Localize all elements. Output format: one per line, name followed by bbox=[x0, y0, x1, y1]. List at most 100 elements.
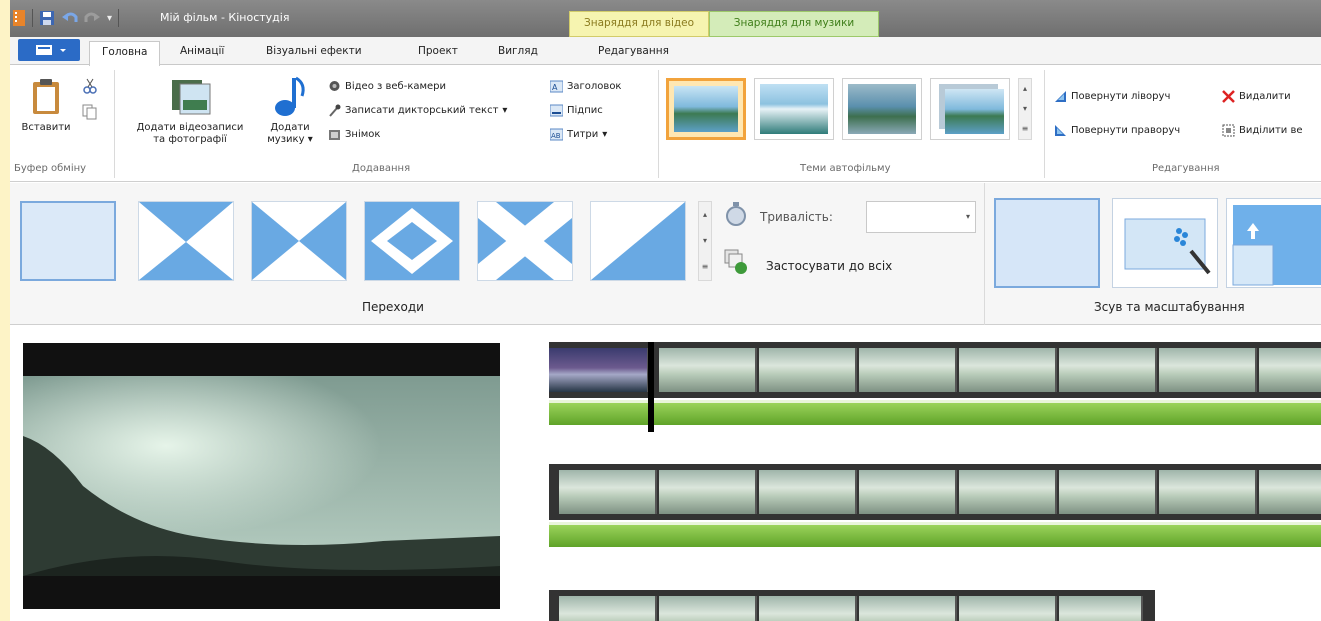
add-videos-photos-button[interactable]: Додати відеозаписи та фотографії bbox=[122, 122, 258, 146]
theme-thumbnail bbox=[760, 84, 828, 134]
record-narration-button[interactable]: Записати дикторський текст ▾ bbox=[328, 104, 507, 117]
webcam-icon bbox=[329, 81, 340, 91]
group-label-editing: Редагування bbox=[1152, 163, 1220, 174]
add-videos-label-line2: та фотографії bbox=[153, 134, 227, 145]
tab-visual-effects[interactable]: Візуальні ефекти bbox=[266, 45, 362, 57]
duration-dropdown[interactable]: ▾ bbox=[866, 201, 976, 233]
transition-diagonal[interactable] bbox=[590, 201, 686, 281]
svg-text:A: A bbox=[552, 83, 558, 92]
webcam-video-button[interactable]: Відео з веб-камери bbox=[328, 80, 446, 93]
redo-icon[interactable] bbox=[83, 10, 101, 26]
apply-to-all-button[interactable]: Застосувати до всіх bbox=[766, 259, 892, 273]
gallery-expand-icon[interactable]: ≡ bbox=[699, 254, 711, 280]
paste-button[interactable]: Вставити bbox=[16, 122, 76, 134]
add-videos-label-line1: Додати відеозаписи bbox=[136, 122, 244, 133]
automovie-theme-fade[interactable] bbox=[930, 78, 1010, 140]
duration-stopwatch-icon bbox=[726, 202, 746, 226]
tab-edit[interactable]: Редагування bbox=[598, 45, 669, 57]
dropdown-arrow-icon: ▾ bbox=[502, 105, 508, 116]
video-frame bbox=[1059, 596, 1143, 621]
storyboard-track-3[interactable] bbox=[549, 590, 1155, 621]
qat-divider bbox=[118, 9, 120, 27]
transition-preview-icon bbox=[365, 202, 459, 280]
automovie-theme-cinematic[interactable] bbox=[842, 78, 922, 140]
save-icon[interactable] bbox=[39, 10, 55, 26]
video-preview[interactable] bbox=[23, 343, 500, 609]
add-credits-button[interactable]: AB Титри ▾ bbox=[550, 128, 607, 141]
select-all-button[interactable]: Виділити ве bbox=[1222, 124, 1303, 137]
group-label-pan-zoom: Зсув та масштабування bbox=[1094, 300, 1245, 314]
tab-view[interactable]: Вигляд bbox=[498, 45, 538, 57]
undo-icon[interactable] bbox=[61, 10, 79, 26]
ribbon-tabs: Головна Анімації Візуальні ефекти Проект… bbox=[10, 37, 1321, 66]
gallery-expand-icon[interactable]: ≡ bbox=[1019, 119, 1031, 139]
transition-bowtie[interactable] bbox=[251, 201, 347, 281]
svg-text:AB: AB bbox=[551, 132, 561, 140]
transitions-gallery-scroller[interactable]: ▴ ▾ ≡ bbox=[698, 201, 712, 281]
gallery-scroll-up-icon[interactable]: ▴ bbox=[699, 202, 711, 228]
rotate-left-button[interactable]: Повернути ліворуч bbox=[1054, 90, 1170, 103]
video-frame bbox=[659, 348, 757, 392]
gallery-scroll-down-icon[interactable]: ▾ bbox=[699, 228, 711, 254]
tab-project[interactable]: Проект bbox=[418, 45, 458, 57]
cut-icon[interactable] bbox=[82, 78, 98, 94]
app-icon bbox=[13, 10, 25, 26]
qat-divider bbox=[32, 9, 33, 27]
workspace bbox=[10, 326, 1321, 621]
add-caption-button[interactable]: Підпис bbox=[550, 104, 603, 117]
transition-hourglass[interactable] bbox=[138, 201, 234, 281]
tab-animations[interactable]: Анімації bbox=[180, 45, 224, 57]
storyboard-track-1[interactable] bbox=[549, 342, 1321, 432]
caption-icon bbox=[550, 104, 563, 117]
context-tab-music-tools[interactable]: Знаряддя для музики bbox=[709, 11, 879, 37]
file-menu-button[interactable] bbox=[18, 39, 80, 61]
panzoom-none[interactable] bbox=[994, 198, 1100, 288]
transition-none[interactable] bbox=[20, 201, 116, 281]
transition-cross[interactable] bbox=[477, 201, 573, 281]
photo-clip-thumbnail bbox=[549, 348, 649, 392]
context-tab-video-tools[interactable]: Знаряддя для відео bbox=[569, 11, 709, 37]
snapshot-button[interactable]: Знімок bbox=[328, 128, 380, 141]
quick-access-toolbar: ▾ bbox=[10, 7, 125, 29]
video-frame bbox=[659, 596, 757, 621]
music-track[interactable] bbox=[549, 400, 1321, 425]
video-frame bbox=[759, 348, 857, 392]
panzoom-preview-icon bbox=[1124, 218, 1211, 275]
window-title: Мій фільм - Кіностудія bbox=[160, 11, 290, 24]
add-title-button[interactable]: A Заголовок bbox=[550, 80, 621, 93]
rotate-right-label: Повернути праворуч bbox=[1071, 125, 1181, 136]
title-icon: A bbox=[550, 80, 563, 93]
music-note-icon[interactable] bbox=[272, 74, 308, 118]
remove-button[interactable]: Видалити bbox=[1222, 90, 1291, 103]
paste-icon[interactable] bbox=[30, 78, 62, 116]
video-frame bbox=[859, 596, 957, 621]
copy-icon[interactable] bbox=[82, 104, 98, 120]
rotate-right-button[interactable]: Повернути праворуч bbox=[1054, 124, 1180, 137]
gallery-scroll-down-icon[interactable]: ▾ bbox=[1019, 99, 1031, 119]
panzoom-pan-up[interactable] bbox=[1226, 198, 1321, 288]
panzoom-automatic[interactable] bbox=[1112, 198, 1218, 288]
title-bar: ▾ Мій фільм - Кіностудія Знаряддя для ві… bbox=[10, 0, 1321, 37]
preview-frame-image bbox=[23, 376, 500, 609]
storyboard-track-2[interactable] bbox=[549, 464, 1321, 548]
rotate-left-label: Повернути ліворуч bbox=[1071, 91, 1171, 102]
add-videos-photos-icon[interactable] bbox=[170, 76, 212, 116]
video-clip-frames bbox=[549, 342, 1321, 398]
video-clip-frames bbox=[549, 464, 1321, 520]
qat-customize-icon[interactable]: ▾ bbox=[107, 13, 112, 24]
automovie-theme-default[interactable] bbox=[666, 78, 746, 140]
video-frame bbox=[759, 596, 857, 621]
tab-home[interactable]: Головна bbox=[89, 41, 161, 66]
transition-preview-icon bbox=[478, 202, 572, 280]
automovie-theme-contemporary[interactable] bbox=[754, 78, 834, 140]
group-divider bbox=[114, 70, 115, 178]
add-music-button[interactable]: Додати музику ▾ bbox=[260, 122, 320, 146]
select-all-label: Виділити ве bbox=[1239, 125, 1303, 136]
ribbon-home: Вставити Буфер обміну Додати відеозаписи… bbox=[10, 66, 1321, 182]
gallery-scroll-up-icon[interactable]: ▴ bbox=[1019, 79, 1031, 99]
music-track[interactable] bbox=[549, 522, 1321, 547]
playhead[interactable] bbox=[648, 342, 654, 432]
themes-gallery-scroller[interactable]: ▴ ▾ ≡ bbox=[1018, 78, 1032, 140]
transition-diamond[interactable] bbox=[364, 201, 460, 281]
file-menu-icon bbox=[36, 45, 66, 55]
